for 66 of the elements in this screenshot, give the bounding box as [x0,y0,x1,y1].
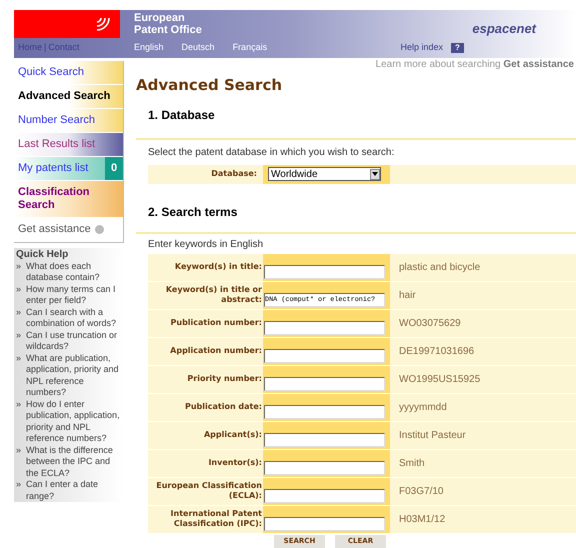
example-text: hair [398,288,416,302]
section-intro: Enter keywords in English [147,238,264,252]
bullet-mark: » [16,284,22,296]
help-link[interactable]: Can I search with a combination of words? [26,306,120,330]
logo-icon [94,15,112,33]
example-text: WO03075629 [398,316,461,330]
nav-item[interactable]: My patents list 0 [14,157,123,181]
section-heading: 1. Database [147,106,216,124]
brand-logo: espacenet [472,20,536,38]
bullet-mark: » [16,330,22,342]
text-input[interactable] [264,460,385,474]
example-text: Smith [398,456,425,470]
text-input[interactable] [264,404,385,418]
bullet-mark: » [16,260,22,272]
bullet-mark: » [16,479,22,491]
example-text: plastic and bicycle [398,260,480,274]
language-link[interactable]: English [134,41,164,55]
field-label: Keyword(s) in title or abstract: [164,284,263,306]
field-label: European Classification (ECLA): [155,480,263,502]
field-label: Priority number: [186,373,263,385]
field-label: International Patent Classification (IPC): [170,508,263,530]
example-text: Institut Pasteur [398,428,466,442]
bullet-mark: » [16,306,22,318]
org-name: Patent Office [134,24,202,36]
example-text: H03M1/12 [398,512,446,526]
help-link[interactable]: Can I enter a date range? [26,479,120,502]
example-text: F03G7/10 [398,484,444,498]
section-heading: 2. Search terms [147,204,238,220]
org-name: European [134,12,186,24]
assist-text: Learn more about searching [376,59,502,70]
text-input[interactable] [264,488,385,502]
nav-item[interactable]: Classification Search [14,181,123,218]
text-input[interactable] [264,264,385,278]
field-label: Publication date: [184,401,263,413]
database-select[interactable]: Worldwide [268,167,381,181]
text-input[interactable] [264,348,385,362]
bullet-mark: » [16,444,22,456]
help-badge[interactable]: ? [451,43,464,53]
field-label: Application number: [169,345,263,357]
text-input[interactable] [264,432,385,446]
section-intro: Select the patent database in which you wish to search: [147,146,396,160]
text-input[interactable] [264,320,385,334]
help-index-link[interactable]: Help index [400,41,443,55]
count-badge: 0 [105,157,123,180]
separator: | [44,41,46,54]
text-input[interactable] [264,376,385,390]
quick-help-title: Quick Help [16,249,70,260]
example-text: yyyymmdd [398,400,447,414]
field-label: Keyword(s) in title: [174,261,263,273]
field-label: Inventor(s): [207,457,263,469]
help-link[interactable]: What is the difference between the IPC and the ECLA? [26,444,120,479]
example-text: DE19971031696 [398,344,474,358]
text-input[interactable] [264,516,385,530]
field-label: Applicant(s): [202,429,263,441]
help-link[interactable]: What does each database contain? [26,260,120,284]
field-label: Database: [210,168,258,180]
bullet-mark: » [16,352,22,364]
help-link[interactable]: Can I use truncation or wildcards? [26,330,120,352]
example-text: WO1995US15925 [398,372,480,386]
bullet-mark: » [16,398,22,410]
field-label: Publication number: [170,317,263,329]
help-link[interactable]: How do I enter publication, application, priority and NPL reference numbers? [26,398,120,444]
help-link[interactable]: How many terms can I enter per field? [26,284,120,306]
help-link[interactable]: What are publication, application, priority and NPL reference numbers? [26,352,120,398]
page-title: Advanced Search [136,75,284,96]
assistance-link[interactable]: Get assistance [503,59,574,70]
